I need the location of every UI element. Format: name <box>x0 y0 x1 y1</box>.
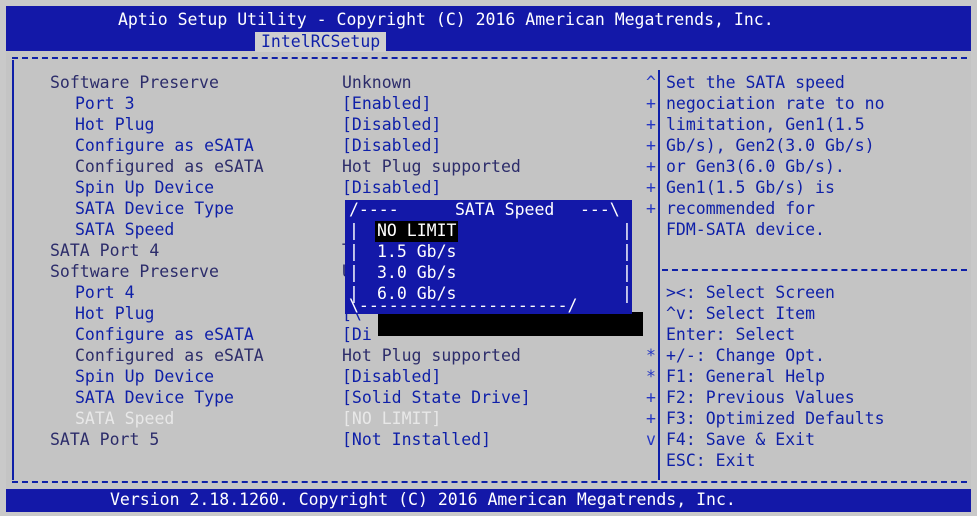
popup-border-left: | <box>349 263 359 282</box>
tab-intelrcsetup[interactable]: IntelRCSetup <box>255 32 387 52</box>
setting-value: Hot Plug supported <box>342 346 521 365</box>
setting-label[interactable]: Configure as eSATA <box>75 136 254 157</box>
footer-version: Version 2.18.1260. Copyright (C) 2016 Am… <box>110 490 736 509</box>
scroll-mark: + <box>646 157 656 176</box>
sata-speed-popup: /---- SATA Speed ---\ | | | | | | | | NO… <box>345 200 632 315</box>
left-border <box>12 60 14 480</box>
setting-value: Hot Plug supported <box>342 157 521 176</box>
popup-border-right: | <box>622 221 632 240</box>
help-line: recommended for <box>666 199 816 218</box>
top-border <box>12 57 967 59</box>
scroll-mark: v <box>646 430 656 449</box>
key-hint: ><: Select Screen <box>666 283 835 302</box>
setting-label[interactable]: Spin Up Device <box>75 367 214 388</box>
setting-label[interactable]: Port 3 <box>75 94 135 115</box>
setting-label: Configured as eSATA <box>75 157 264 176</box>
header-title: Aptio Setup Utility - Copyright (C) 2016… <box>118 10 774 29</box>
setting-label: Configured as eSATA <box>75 346 264 365</box>
popup-border-right: | <box>622 284 632 303</box>
setting-value[interactable]: [Not Installed] <box>342 430 491 451</box>
setting-label: SATA Port 4 <box>50 241 160 260</box>
scroll-mark: * <box>646 346 656 365</box>
popup-border-top-right: ---\ <box>580 200 620 219</box>
setting-value[interactable]: [Disabled] <box>342 367 441 388</box>
setting-value: Unknown <box>342 73 412 92</box>
scroll-mark: + <box>646 94 656 113</box>
scroll-mark: + <box>646 136 656 155</box>
popup-border-left: | <box>349 242 359 261</box>
scroll-mark: + <box>646 409 656 428</box>
setting-value[interactable]: [Disabled] <box>342 115 441 136</box>
setting-label[interactable]: SATA Device Type <box>75 199 234 220</box>
key-hint: F3: Optimized Defaults <box>666 409 885 428</box>
divider-vertical <box>658 70 660 480</box>
key-hint: +/-: Change Opt. <box>666 346 825 365</box>
setting-label[interactable]: Hot Plug <box>75 115 154 136</box>
bottom-border <box>12 481 967 483</box>
setting-label[interactable]: SATA Device Type <box>75 388 234 409</box>
setting-label[interactable]: Hot Plug <box>75 304 154 325</box>
scroll-mark: + <box>646 115 656 134</box>
setting-value-active[interactable]: [NO LIMIT] <box>342 409 441 430</box>
key-hint: F2: Previous Values <box>666 388 855 407</box>
key-hint: ESC: Exit <box>666 451 756 470</box>
scroll-mark: + <box>646 199 656 218</box>
help-line: Set the SATA speed <box>666 73 845 92</box>
setting-value[interactable]: [Di <box>342 325 372 346</box>
help-separator <box>662 269 967 271</box>
setting-label[interactable]: Spin Up Device <box>75 178 214 199</box>
popup-title: SATA Speed <box>455 200 555 219</box>
popup-option[interactable]: 3.0 Gb/s <box>377 263 456 284</box>
popup-border-right: | <box>622 242 632 261</box>
key-hint: ^v: Select Item <box>666 304 816 323</box>
scroll-mark: + <box>646 178 656 197</box>
setting-label[interactable]: SATA Speed <box>75 220 174 241</box>
popup-border-left: | <box>349 221 359 240</box>
scroll-mark: * <box>646 367 656 386</box>
setting-value[interactable]: [Enabled] <box>342 94 431 115</box>
popup-option[interactable]: 1.5 Gb/s <box>377 242 456 263</box>
setting-value[interactable]: [Solid State Drive] <box>342 388 531 409</box>
help-line: Gen1(1.5 Gb/s) is <box>666 178 835 197</box>
setting-label: SATA Port 5 <box>50 430 160 449</box>
help-line: FDM-SATA device. <box>666 220 825 239</box>
setting-value[interactable]: [Disabled] <box>342 136 441 157</box>
setting-label[interactable]: Configure as eSATA <box>75 325 254 346</box>
setting-label: Software Preserve <box>50 262 219 281</box>
key-hint: F1: General Help <box>666 367 825 386</box>
popup-border-top: /---- <box>349 200 399 219</box>
help-line: negociation rate to no <box>666 94 885 113</box>
help-line: limitation, Gen1(1.5 <box>666 115 865 134</box>
setting-label: Software Preserve <box>50 73 219 92</box>
setting-label[interactable]: Port 4 <box>75 283 135 304</box>
scroll-mark: + <box>646 388 656 407</box>
setting-label-active[interactable]: SATA Speed <box>75 409 174 430</box>
popup-border-right: | <box>622 263 632 282</box>
help-line: or Gen3(6.0 Gb/s). <box>666 157 845 176</box>
popup-border-bottom: \---------------------/ <box>349 296 578 315</box>
popup-option-selected[interactable]: NO LIMIT <box>375 221 459 242</box>
setting-value[interactable]: [Disabled] <box>342 178 441 199</box>
key-hint: F4: Save & Exit <box>666 430 816 449</box>
scroll-mark: ^ <box>646 73 656 92</box>
help-line: Gb/s), Gen2(3.0 Gb/s) <box>666 136 875 155</box>
key-hint: Enter: Select <box>666 325 796 344</box>
